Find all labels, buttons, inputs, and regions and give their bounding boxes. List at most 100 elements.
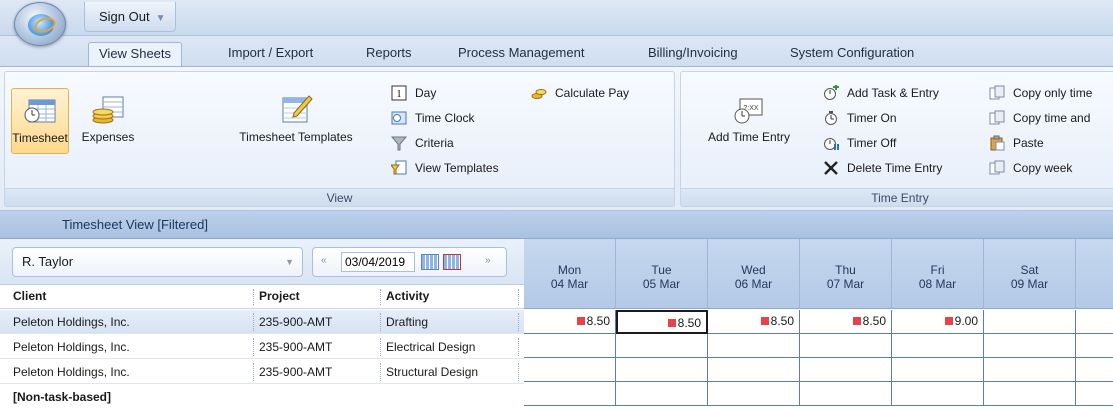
previous-week-icon[interactable]: « xyxy=(321,255,327,266)
date-navigator: « » xyxy=(312,247,507,277)
hours-cell[interactable] xyxy=(708,382,800,406)
criteria-label: Criteria xyxy=(415,136,454,150)
tab-billing-invoicing[interactable]: Billing/Invoicing xyxy=(638,42,748,66)
day-date: 07 Mar xyxy=(826,277,865,291)
day-name: Thu xyxy=(835,263,856,277)
non-task-row[interactable]: [Non-task-based] xyxy=(0,385,524,409)
table-row[interactable]: Peleton Holdings, Inc. 235-900-AMT Struc… xyxy=(0,360,524,384)
column-divider[interactable] xyxy=(253,289,255,305)
table-row[interactable]: Peleton Holdings, Inc. 235-900-AMT Draft… xyxy=(0,310,524,334)
hours-cell[interactable] xyxy=(892,334,984,358)
column-divider[interactable] xyxy=(518,289,520,305)
hours-cell[interactable]: 8.50 xyxy=(708,310,800,334)
copy-time-and-button[interactable]: Copy time and xyxy=(989,108,1090,128)
time-entry-group-label: Time Entry xyxy=(681,188,1113,206)
time-clock-button[interactable]: Time Clock xyxy=(391,108,475,128)
delete-time-entry-button[interactable]: Delete Time Entry xyxy=(823,158,942,178)
day-header-sun[interactable] xyxy=(1076,239,1113,309)
calendar-week-icon[interactable] xyxy=(443,254,461,270)
tab-system-configuration[interactable]: System Configuration xyxy=(780,42,924,66)
hours-cell[interactable]: 8.50 xyxy=(800,310,892,334)
day-header-thu[interactable]: Thu 07 Mar xyxy=(800,239,892,309)
copy-icon xyxy=(989,110,1005,126)
hours-cell[interactable] xyxy=(708,334,800,358)
copy-only-time-button[interactable]: Copy only time xyxy=(989,83,1092,103)
day-date: 09 Mar xyxy=(1010,277,1049,291)
copy-only-time-label: Copy only time xyxy=(1013,86,1093,100)
timesheet-templates-button[interactable]: Timesheet Templates xyxy=(227,88,365,154)
day-header-tue[interactable]: Tue 05 Mar xyxy=(616,239,708,309)
cell-divider xyxy=(518,338,519,356)
hours-cell[interactable] xyxy=(984,382,1076,406)
row-project: 235-900-AMT xyxy=(259,315,333,329)
tab-reports[interactable]: Reports xyxy=(356,42,422,66)
view-templates-button[interactable]: View Templates xyxy=(390,158,499,178)
timesheet-button[interactable]: Timesheet xyxy=(11,88,69,154)
paste-button[interactable]: Paste xyxy=(989,133,1044,153)
timer-on-label: Timer On xyxy=(847,111,897,125)
row-client: Peleton Holdings, Inc. xyxy=(13,365,130,379)
next-week-icon[interactable]: » xyxy=(485,255,491,266)
calculate-pay-label: Calculate Pay xyxy=(555,86,630,100)
day-header-sat[interactable]: Sat 09 Mar xyxy=(984,239,1076,309)
row-activity: Structural Design xyxy=(386,365,479,379)
hours-cell[interactable] xyxy=(892,382,984,406)
tab-view-sheets[interactable]: View Sheets xyxy=(88,42,183,66)
hours-cell[interactable] xyxy=(800,334,892,358)
hours-cell[interactable] xyxy=(1076,310,1113,334)
hours-cell[interactable] xyxy=(616,358,708,382)
paste-clipboard-icon xyxy=(989,135,1005,151)
time-entry-group: ?:XX Add Time Entry Add Task & Entry Tim… xyxy=(680,71,1113,207)
day-header-fri[interactable]: Fri 08 Mar xyxy=(892,239,984,309)
day-header-wed[interactable]: Wed 06 Mar xyxy=(708,239,800,309)
status-flag-icon xyxy=(944,316,953,325)
sign-out-button[interactable]: Sign Out ▼ xyxy=(84,2,176,32)
expenses-button[interactable]: Expenses xyxy=(75,88,141,154)
hours-cell[interactable] xyxy=(708,358,800,382)
non-task-label: [Non-task-based] xyxy=(13,390,112,404)
table-row[interactable]: Peleton Holdings, Inc. 235-900-AMT Elect… xyxy=(0,335,524,359)
column-header-activity[interactable]: Activity xyxy=(386,289,429,303)
add-time-entry-button[interactable]: ?:XX Add Time Entry xyxy=(695,88,803,154)
template-edit-icon xyxy=(279,94,313,126)
hours-cell[interactable]: 9.00 xyxy=(892,310,984,334)
employee-select[interactable]: R. Taylor ▼ xyxy=(12,247,303,277)
app-menu-orb-icon[interactable] xyxy=(14,2,66,46)
hours-cell[interactable]: 8.50 xyxy=(524,310,616,334)
calendar-icon[interactable] xyxy=(421,254,439,270)
day-header-mon[interactable]: Mon 04 Mar xyxy=(524,239,616,309)
hours-cell[interactable] xyxy=(800,382,892,406)
cell-divider xyxy=(380,338,381,356)
add-time-entry-label: Add Time Entry xyxy=(707,130,791,144)
add-task-entry-button[interactable]: Add Task & Entry xyxy=(823,83,939,103)
copy-icon xyxy=(989,85,1005,101)
column-divider[interactable] xyxy=(380,289,382,305)
hours-cell[interactable]: 8.50 xyxy=(616,310,708,334)
copy-week-button[interactable]: Copy week xyxy=(989,158,1072,178)
hours-cell[interactable] xyxy=(984,310,1076,334)
hours-cell[interactable] xyxy=(524,358,616,382)
hours-cell[interactable] xyxy=(616,334,708,358)
day-button[interactable]: 1 Day xyxy=(391,83,436,103)
tab-process-management[interactable]: Process Management xyxy=(448,42,594,66)
hours-cell[interactable] xyxy=(1076,334,1113,358)
timer-on-button[interactable]: Timer On xyxy=(823,108,897,128)
column-header-client[interactable]: Client xyxy=(13,289,46,303)
hours-cell[interactable] xyxy=(524,334,616,358)
hours-cell[interactable] xyxy=(892,358,984,382)
week-date-input[interactable] xyxy=(341,252,415,272)
hours-cell[interactable] xyxy=(984,334,1076,358)
hours-cell[interactable] xyxy=(1076,382,1113,406)
expenses-label: Expenses xyxy=(81,130,135,144)
timer-off-button[interactable]: Timer Off xyxy=(823,133,896,153)
hours-cell[interactable] xyxy=(984,358,1076,382)
cell-divider xyxy=(253,363,254,381)
hours-cell[interactable] xyxy=(1076,358,1113,382)
criteria-button[interactable]: Criteria xyxy=(390,133,454,153)
hours-cell[interactable] xyxy=(524,382,616,406)
calculate-pay-button[interactable]: Calculate Pay xyxy=(531,83,629,103)
column-header-project[interactable]: Project xyxy=(259,289,300,303)
tab-import-export[interactable]: Import / Export xyxy=(218,42,323,66)
hours-cell[interactable] xyxy=(616,382,708,406)
hours-cell[interactable] xyxy=(800,358,892,382)
